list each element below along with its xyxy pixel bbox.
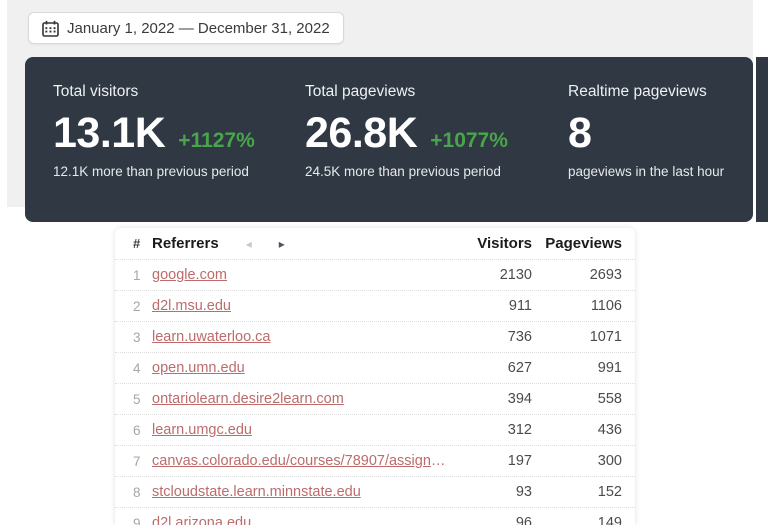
pageviews-value: 991 bbox=[597, 360, 622, 376]
next-page-icon[interactable]: ▸ bbox=[279, 238, 285, 250]
row-rank: 7 bbox=[133, 453, 141, 469]
pageviews-value: 1106 bbox=[590, 298, 622, 314]
pageviews-value: 2693 bbox=[589, 267, 622, 283]
stat-value: 26.8K bbox=[305, 109, 418, 157]
visitors-value: 911 bbox=[508, 298, 532, 314]
referrer-link[interactable]: ontariolearn.desire2learn.com bbox=[152, 391, 452, 407]
referrer-link[interactable]: open.umn.edu bbox=[152, 360, 452, 376]
referrer-link[interactable]: google.com bbox=[152, 267, 452, 283]
row-rank: 3 bbox=[133, 329, 141, 345]
prev-page-icon[interactable]: ◂ bbox=[246, 238, 252, 250]
stat-delta: +1077% bbox=[430, 129, 508, 152]
pageviews-value: 152 bbox=[597, 484, 622, 500]
stat-delta: +1127% bbox=[178, 129, 255, 152]
referrer-link[interactable]: learn.uwaterloo.ca bbox=[152, 329, 452, 345]
row-rank: 4 bbox=[133, 360, 141, 376]
visitors-value: 2130 bbox=[499, 267, 532, 283]
stat-label: Total pageviews bbox=[305, 83, 416, 100]
visitors-value: 197 bbox=[507, 453, 532, 469]
stat-label: Realtime pageviews bbox=[568, 83, 707, 100]
table-row: 6 learn.umgc.edu 312 436 bbox=[115, 414, 635, 445]
stat-subtitle: pageviews in the last hour bbox=[568, 164, 725, 180]
stats-banner-clipped-edge bbox=[756, 57, 768, 222]
table-row: 5 ontariolearn.desire2learn.com 394 558 bbox=[115, 383, 635, 414]
row-rank: 8 bbox=[133, 484, 141, 500]
table-row: 7 canvas.colorado.edu/courses/78907/assi… bbox=[115, 445, 635, 476]
row-rank: 5 bbox=[133, 391, 141, 407]
referrers-title: Referrers bbox=[152, 235, 219, 252]
pageviews-value: 558 bbox=[597, 391, 622, 407]
visitors-value: 627 bbox=[507, 360, 532, 376]
stat-total-visitors: Total visitors 13.1K +1127% 12.1K more t… bbox=[53, 83, 305, 222]
pageviews-value: 1071 bbox=[589, 329, 622, 345]
stats-banner: Total visitors 13.1K +1127% 12.1K more t… bbox=[25, 57, 753, 222]
stat-label: Total visitors bbox=[53, 83, 139, 100]
table-row: 1 google.com 2130 2693 bbox=[115, 259, 635, 290]
date-range-picker[interactable]: January 1, 2022 — December 31, 2022 bbox=[28, 12, 344, 44]
visitors-value: 394 bbox=[507, 391, 532, 407]
row-rank: 6 bbox=[133, 422, 141, 438]
table-row: 3 learn.uwaterloo.ca 736 1071 bbox=[115, 321, 635, 352]
date-range-label: January 1, 2022 — December 31, 2022 bbox=[67, 19, 330, 37]
referrer-link[interactable]: learn.umgc.edu bbox=[152, 422, 452, 438]
table-row: 4 open.umn.edu 627 991 bbox=[115, 352, 635, 383]
visitors-value: 736 bbox=[507, 329, 532, 345]
visitors-column-header: Visitors bbox=[477, 235, 532, 252]
stat-subtitle: 24.5K more than previous period bbox=[305, 164, 501, 180]
rank-column-header: # bbox=[133, 236, 141, 251]
pageviews-value: 436 bbox=[597, 422, 622, 438]
pageviews-value: 149 bbox=[597, 515, 622, 525]
stat-value: 13.1K bbox=[53, 109, 166, 157]
row-rank: 9 bbox=[133, 515, 141, 525]
stat-subtitle: 12.1K more than previous period bbox=[53, 164, 249, 180]
visitors-value: 96 bbox=[515, 515, 532, 525]
table-row: 2 d2l.msu.edu 911 1106 bbox=[115, 290, 635, 321]
table-row: 9 d2l.arizona.edu 96 149 bbox=[115, 507, 635, 525]
table-row: 8 stcloudstate.learn.minnstate.edu 93 15… bbox=[115, 476, 635, 507]
referrer-link[interactable]: canvas.colorado.edu/courses/78907/assign… bbox=[152, 453, 452, 469]
row-rank: 1 bbox=[133, 267, 141, 283]
referrers-table-header: # Referrers ◂ ▸ Visitors Pageviews bbox=[115, 228, 635, 259]
referrer-link[interactable]: d2l.msu.edu bbox=[152, 298, 452, 314]
referrer-link[interactable]: d2l.arizona.edu bbox=[152, 515, 452, 525]
analytics-page: January 1, 2022 — December 31, 2022 Tota… bbox=[0, 0, 768, 525]
stat-total-pageviews: Total pageviews 26.8K +1077% 24.5K more … bbox=[305, 83, 568, 222]
referrers-card: # Referrers ◂ ▸ Visitors Pageviews 1 goo… bbox=[115, 228, 635, 525]
visitors-value: 93 bbox=[515, 484, 532, 500]
calendar-icon bbox=[42, 20, 59, 37]
stat-realtime-pageviews: Realtime pageviews 8 pageviews in the la… bbox=[568, 83, 753, 222]
visitors-value: 312 bbox=[507, 422, 532, 438]
referrer-link[interactable]: stcloudstate.learn.minnstate.edu bbox=[152, 484, 452, 500]
pageviews-column-header: Pageviews bbox=[545, 235, 622, 252]
row-rank: 2 bbox=[133, 298, 141, 314]
stat-value: 8 bbox=[568, 109, 592, 157]
pageviews-value: 300 bbox=[597, 453, 622, 469]
